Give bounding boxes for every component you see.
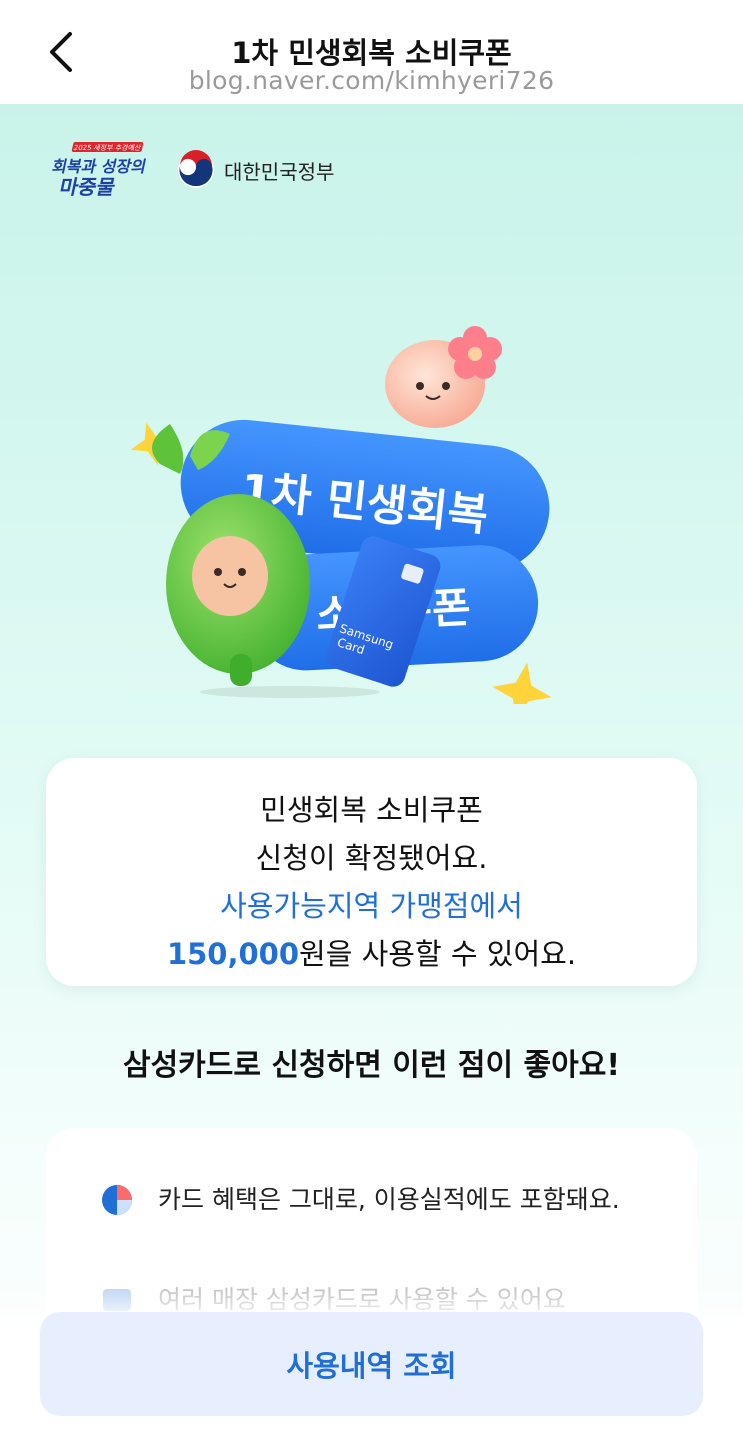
- peach-character: [385, 326, 502, 428]
- usage-history-button[interactable]: 사용내역 조회: [40, 1312, 703, 1416]
- benefit-text: 카드 혜택은 그대로, 이용실적에도 포함돼요.: [158, 1185, 620, 1214]
- coupon-status-card: 민생회복 소비쿠폰 신청이 확정됐어요. 사용가능지역 가맹점에서 150,00…: [46, 758, 697, 986]
- sparkle-icon: [492, 662, 552, 704]
- pie-chart-icon: [102, 1185, 132, 1215]
- status-line-4: 150,000원을 사용할 수 있어요.: [46, 930, 697, 978]
- status-line-1: 민생회복 소비쿠폰: [260, 793, 483, 827]
- status-line-2: 신청이 확정됐어요.: [255, 841, 488, 875]
- main-content: 2025 새정부 추경예산 회복과 성장의 마중물 대한민국정부 1차 민생회복…: [0, 104, 743, 1446]
- svg-text:회복과 성장의: 회복과 성장의: [50, 157, 148, 176]
- benefit-item: 카드 혜택은 그대로, 이용실적에도 포함돼요.: [100, 1180, 620, 1220]
- app-screen: 1차 민생회복 소비쿠폰 blog.naver.com/kimhyeri726 …: [0, 0, 743, 1446]
- svg-text:마중물: 마중물: [57, 175, 117, 199]
- taegeuk-icon: [178, 150, 214, 188]
- source-url: blog.naver.com/kimhyeri726: [188, 66, 555, 95]
- coupon-amount: 150,000: [166, 937, 300, 971]
- top-header: 1차 민생회복 소비쿠폰 blog.naver.com/kimhyeri726: [0, 0, 743, 104]
- campaign-logo: 2025 새정부 추경예산 회복과 성장의 마중물: [50, 142, 148, 199]
- hero-illustration: 1차 민생회복 소비쿠폰: [130, 326, 552, 704]
- amount-suffix: 원을 사용할 수 있어요.: [299, 937, 577, 971]
- svg-text:2025 새정부 추경예산: 2025 새정부 추경예산: [73, 143, 143, 152]
- bottom-action-bar: 사용내역 조회: [0, 1290, 743, 1446]
- government-name: 대한민국정부: [224, 159, 335, 184]
- benefits-heading: 삼성카드로 신청하면 이런 점이 좋아요!: [122, 1048, 621, 1083]
- government-logo: 대한민국정부: [176, 150, 334, 190]
- status-line-3: 사용가능지역 가맹점에서: [220, 889, 523, 923]
